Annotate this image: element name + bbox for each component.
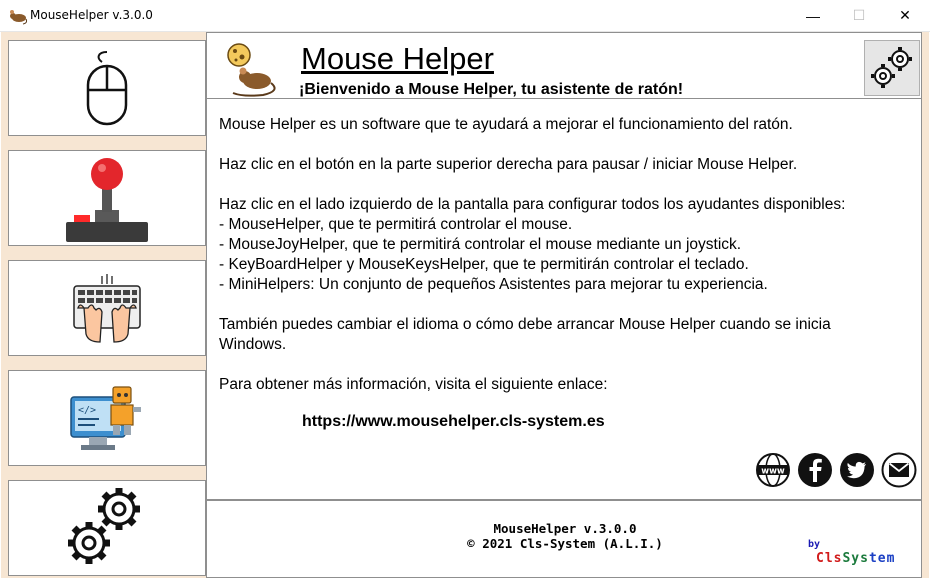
sidebar-item-mousejoyhelper[interactable]: [8, 150, 206, 246]
sidebar-item-keyboardhelper[interactable]: [8, 260, 206, 356]
by-label: by: [808, 539, 821, 550]
clssystem-brand: ClsSystem: [816, 551, 895, 566]
svg-text:</>: </>: [78, 405, 96, 416]
info-line: Haz clic en el botón en la parte superio…: [219, 156, 798, 173]
maximize-button[interactable]: ☐: [836, 0, 882, 31]
welcome-text: ¡Bienvenido a Mouse Helper, tu asistente…: [299, 81, 684, 98]
www-icon[interactable]: www: [755, 452, 791, 488]
sidebar-item-minihelpers[interactable]: </>: [8, 370, 206, 466]
info-line: Windows.: [219, 336, 287, 353]
info-line: Para obtener más información, visita el …: [219, 376, 608, 393]
title-bar: MouseHelper v.3.0.0 — ☐ ✕: [0, 0, 930, 32]
gears-icon: [68, 488, 140, 564]
brand-part-2: Sys: [842, 551, 869, 566]
brand-part-3: tem: [868, 551, 896, 566]
info-line: - MouseJoyHelper, que te permitirá contr…: [219, 236, 742, 253]
robot-monitor-icon: </>: [70, 386, 141, 450]
brand-part-1: Cls: [816, 551, 843, 566]
close-button[interactable]: ✕: [882, 0, 928, 31]
pause-start-button[interactable]: [864, 40, 920, 96]
info-line: También puedes cambiar el idioma o cómo …: [219, 316, 831, 333]
twitter-icon[interactable]: [839, 452, 875, 488]
mouse-icon: [86, 51, 128, 126]
keyboard-icon: [73, 274, 141, 343]
version-text: MouseHelper v.3.0.0: [493, 521, 637, 536]
mouse-logo-icon: [227, 43, 276, 97]
header: Mouse Helper ¡Bienvenido a Mouse Helper,…: [206, 32, 922, 98]
facebook-icon[interactable]: [797, 452, 833, 488]
info-line: Haz clic en el lado izquierdo de la pant…: [219, 196, 846, 213]
joystick-icon: [66, 158, 148, 242]
app-title: Mouse Helper: [301, 41, 494, 76]
website-link[interactable]: https://www.mousehelper.cls-system.es: [302, 413, 605, 431]
footer: MouseHelper v.3.0.0 © 2021 Cls-System (A…: [206, 500, 922, 578]
minimize-button[interactable]: —: [790, 0, 836, 31]
info-line: - KeyBoardHelper y MouseKeysHelper, que …: [219, 256, 749, 273]
info-line: Mouse Helper es un software que te ayuda…: [219, 116, 793, 133]
main-panel: Mouse Helper ¡Bienvenido a Mouse Helper,…: [206, 32, 929, 578]
info-content: Mouse Helper es un software que te ayuda…: [206, 98, 922, 500]
info-line: - MiniHelpers: Un conjunto de pequeños A…: [219, 276, 768, 293]
gears-icon: [871, 47, 912, 88]
sidebar-item-settings[interactable]: [8, 480, 206, 576]
sidebar-item-mousehelper[interactable]: [8, 40, 206, 136]
email-icon[interactable]: [881, 452, 917, 488]
svg-text:www: www: [761, 467, 785, 477]
window-title: MouseHelper v.3.0.0: [30, 8, 153, 22]
info-line: - MouseHelper, que te permitirá controla…: [219, 216, 573, 233]
app-mouse-icon: [10, 10, 28, 25]
